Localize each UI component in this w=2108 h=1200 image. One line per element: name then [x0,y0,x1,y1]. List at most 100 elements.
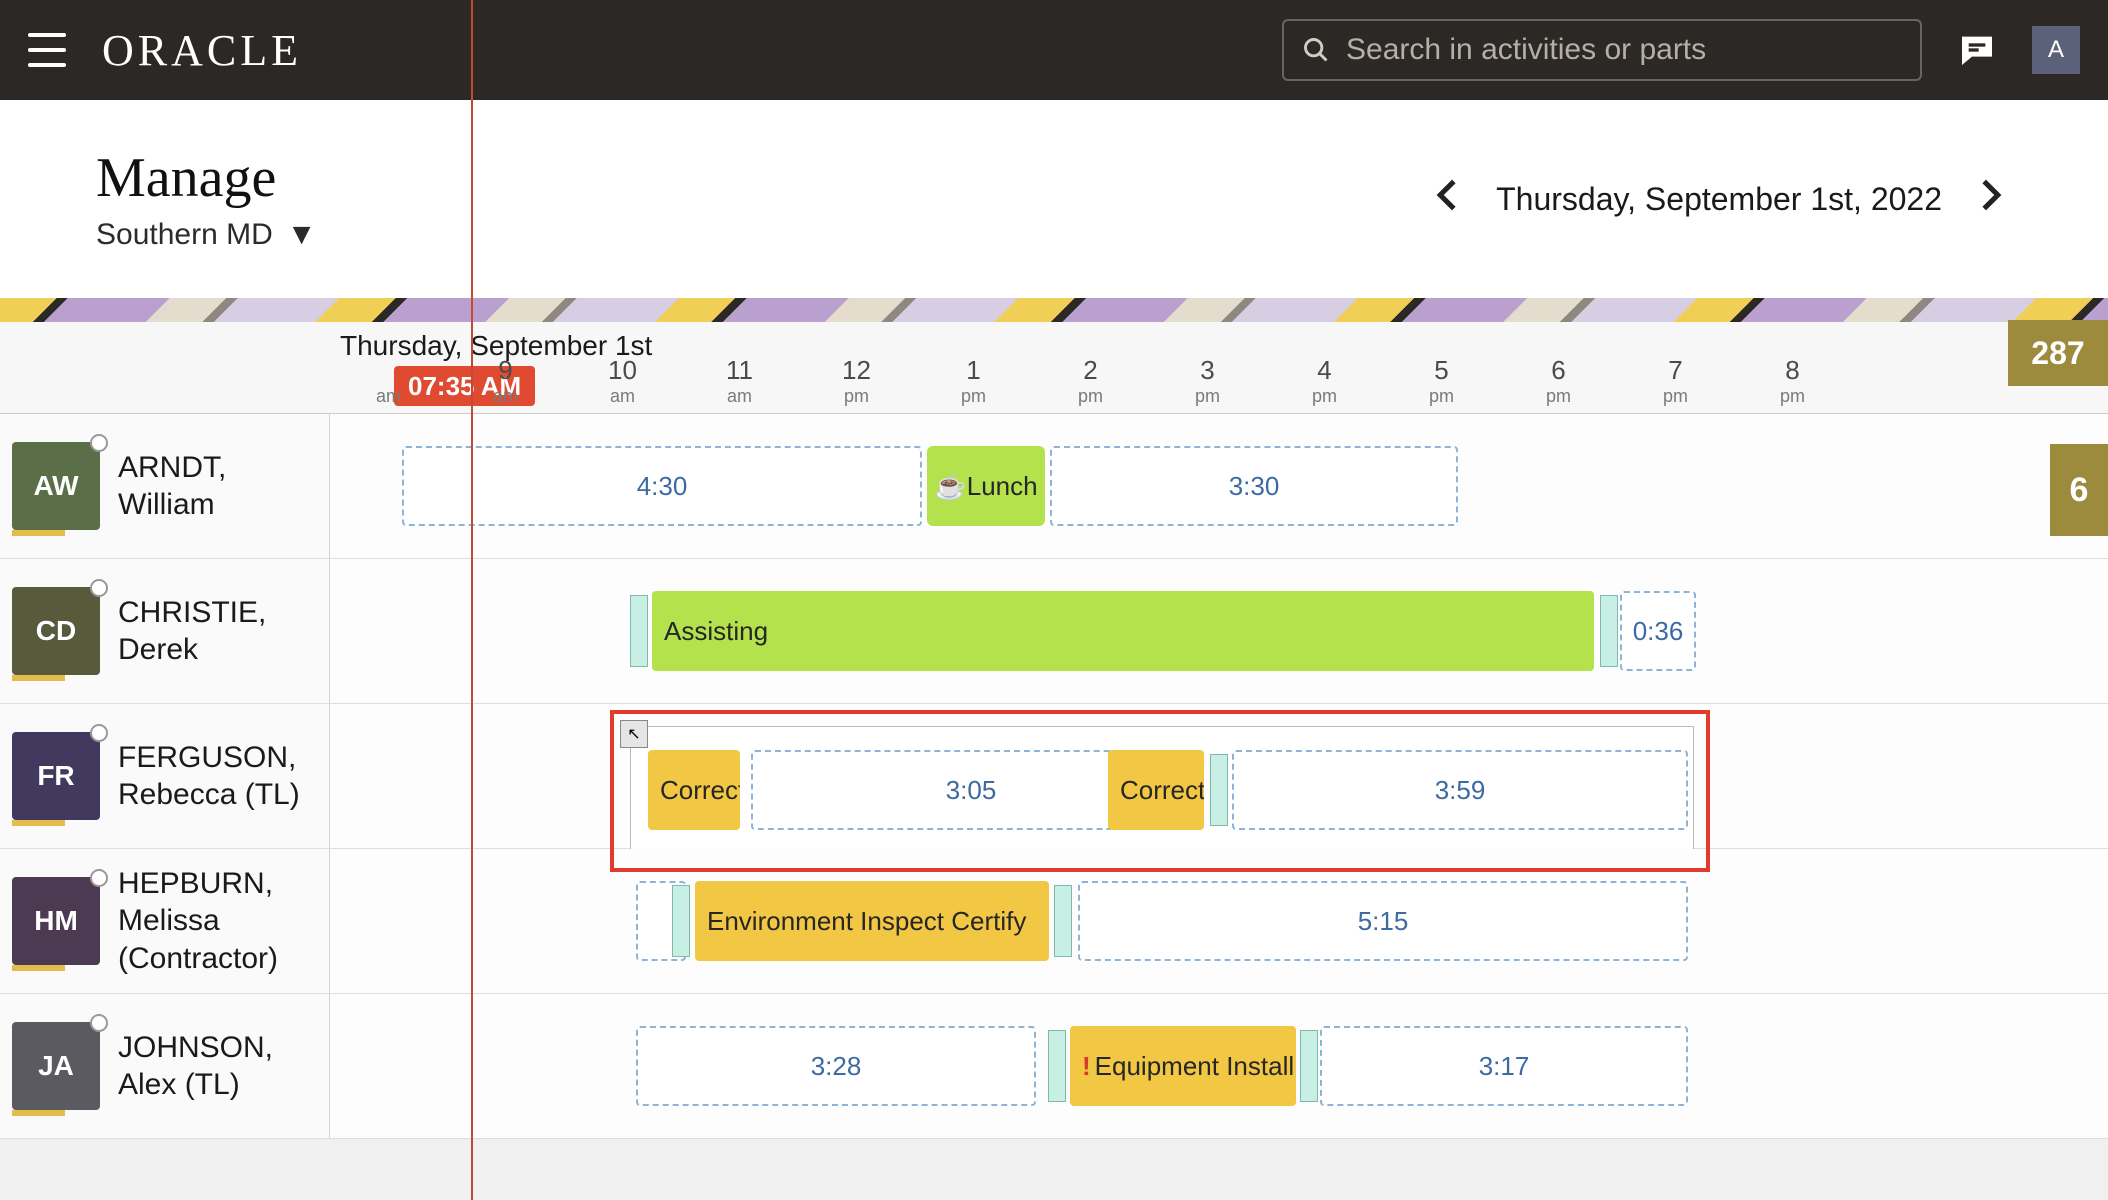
slot-label: 3:05 [946,775,997,806]
hour-col: 12pm [798,355,915,413]
resize-handle[interactable] [1048,1030,1066,1102]
status-dot-icon [90,724,108,742]
technician-avatar[interactable]: FR [12,732,100,820]
activity-block[interactable]: Correct [648,750,740,830]
slot-label: Correct [660,775,740,806]
location-label: Southern MD [96,218,273,252]
slot-label: Lunch [967,471,1038,502]
technician-row: JA JOHNSON,Alex (TL) 3:28!Equipment Inst… [0,994,2108,1139]
open-slot[interactable]: 5:15 [1078,881,1688,961]
oracle-logo: ORACLE [102,25,302,76]
technician-row: FR FERGUSON,Rebecca (TL) Correct3:05Corr… [0,704,2108,849]
hour-col: 5pm [1383,355,1500,413]
timeline-track[interactable]: Environment Inspect Certify 5:15 [330,849,2108,993]
activity-block[interactable]: Correct [1108,750,1204,830]
technician-row: HM HEPBURN,Melissa (Contractor) Environm… [0,849,2108,994]
page-header: Manage Southern MD ▼ Thursday, September… [0,100,2108,298]
slot-label: 3:59 [1435,775,1486,806]
user-avatar[interactable]: A [2032,26,2080,74]
resize-handle[interactable] [630,595,648,667]
slot-label: 3:17 [1479,1051,1530,1082]
status-dot-icon [90,434,108,452]
timeline-header: Thursday, September 1st 07:35 AM am9am10… [0,322,2108,414]
technician-name: HEPBURN,Melissa (Contractor) [118,865,329,978]
hour-col: 3pm [1149,355,1266,413]
slot-label: 3:28 [811,1051,862,1082]
timeline-track[interactable]: Correct 3:05 Correct 3:59 ↖ [330,704,2108,848]
technician-name: CHRISTIE,Derek [118,594,266,669]
row-count-badge[interactable]: 6 [2050,444,2108,536]
chevron-down-icon: ▼ [287,218,317,252]
open-slot[interactable]: 3:28 [636,1026,1036,1106]
search-field[interactable] [1282,19,1922,81]
slot-label: 4:30 [637,471,688,502]
activity-block[interactable]: Assisting [652,591,1594,671]
open-slot[interactable]: 4:30 [402,446,922,526]
technician-name: FERGUSON,Rebecca (TL) [118,739,300,814]
slot-label: Equipment Install [1095,1051,1294,1082]
slot-label: Correct [1120,775,1204,806]
resize-handle[interactable] [672,885,690,957]
decorative-strip [0,298,2108,322]
pin-icon[interactable]: ↖ [620,720,648,748]
technician-avatar[interactable]: JA [12,1022,100,1110]
activity-block[interactable]: !Equipment Install [1070,1026,1296,1106]
activity-block[interactable]: Environment Inspect Certify [695,881,1049,961]
avatar-initial: A [2048,36,2064,64]
resize-handle[interactable] [1054,885,1072,957]
technician-avatar[interactable]: HM [12,877,100,965]
slot-label: Assisting [664,616,768,647]
slot-label: 5:15 [1358,906,1409,937]
lunch-icon: ☕ [934,471,966,502]
date-navigator: Thursday, September 1st, 2022 [1426,168,2012,230]
technician-name: ARNDT,William [118,449,226,524]
technician-name: JOHNSON,Alex (TL) [118,1029,273,1104]
hour-col: 4pm [1266,355,1383,413]
technician-sidebar[interactable]: JA JOHNSON,Alex (TL) [0,994,330,1138]
technician-sidebar[interactable]: HM HEPBURN,Melissa (Contractor) [0,849,330,993]
slot-label: 3:30 [1229,471,1280,502]
technician-row: AW ARNDT,William 4:30 ☕ Lunch 3:30 6 [0,414,2108,559]
hour-col: 2pm [1032,355,1149,413]
technician-sidebar[interactable]: FR FERGUSON,Rebecca (TL) [0,704,330,848]
activity-block[interactable]: ☕ Lunch [927,446,1045,526]
hour-col: 9am [447,355,564,413]
topbar: ORACLE A [0,0,2108,100]
timeline-track[interactable]: Assisting 0:36 [330,559,2108,703]
hour-col: 10am [564,355,681,413]
resize-handle[interactable] [1210,754,1228,826]
menu-icon[interactable] [28,33,66,67]
technician-avatar[interactable]: AW [12,442,100,530]
open-slot[interactable]: 0:36 [1620,591,1696,671]
search-input[interactable] [1346,33,1902,67]
date-label[interactable]: Thursday, September 1st, 2022 [1496,181,1942,218]
hour-col: 6pm [1500,355,1617,413]
hour-col: 11am [681,355,798,413]
resize-handle[interactable] [1300,1030,1318,1102]
hour-col: am [330,386,447,413]
technician-sidebar[interactable]: AW ARNDT,William [0,414,330,558]
resize-handle[interactable] [1600,595,1618,667]
status-dot-icon [90,579,108,597]
technician-avatar[interactable]: CD [12,587,100,675]
timeline-track[interactable]: 4:30 ☕ Lunch 3:30 6 [330,414,2108,558]
slot-label: Environment Inspect Certify [707,906,1026,937]
now-line [471,0,473,1200]
timeline-track[interactable]: 3:28!Equipment Install3:17 [330,994,2108,1138]
open-slot[interactable]: 3:59 [1232,750,1688,830]
status-dot-icon [90,1014,108,1032]
slot-label: 0:36 [1633,616,1684,647]
search-icon [1302,36,1330,64]
warning-icon: ! [1082,1051,1091,1082]
status-dot-icon [90,869,108,887]
chat-icon[interactable] [1950,23,2004,77]
location-selector[interactable]: Southern MD ▼ [96,218,316,252]
open-slot[interactable]: 3:17 [1320,1026,1688,1106]
prev-day-button[interactable] [1426,168,1468,230]
technician-sidebar[interactable]: CD CHRISTIE,Derek [0,559,330,703]
open-slot[interactable]: 3:30 [1050,446,1458,526]
next-day-button[interactable] [1970,168,2012,230]
activity-count-badge[interactable]: 287 [2008,320,2108,386]
technician-rows: AW ARNDT,William 4:30 ☕ Lunch 3:30 6 CD CHR… [0,414,2108,1139]
hour-col: 1pm [915,355,1032,413]
